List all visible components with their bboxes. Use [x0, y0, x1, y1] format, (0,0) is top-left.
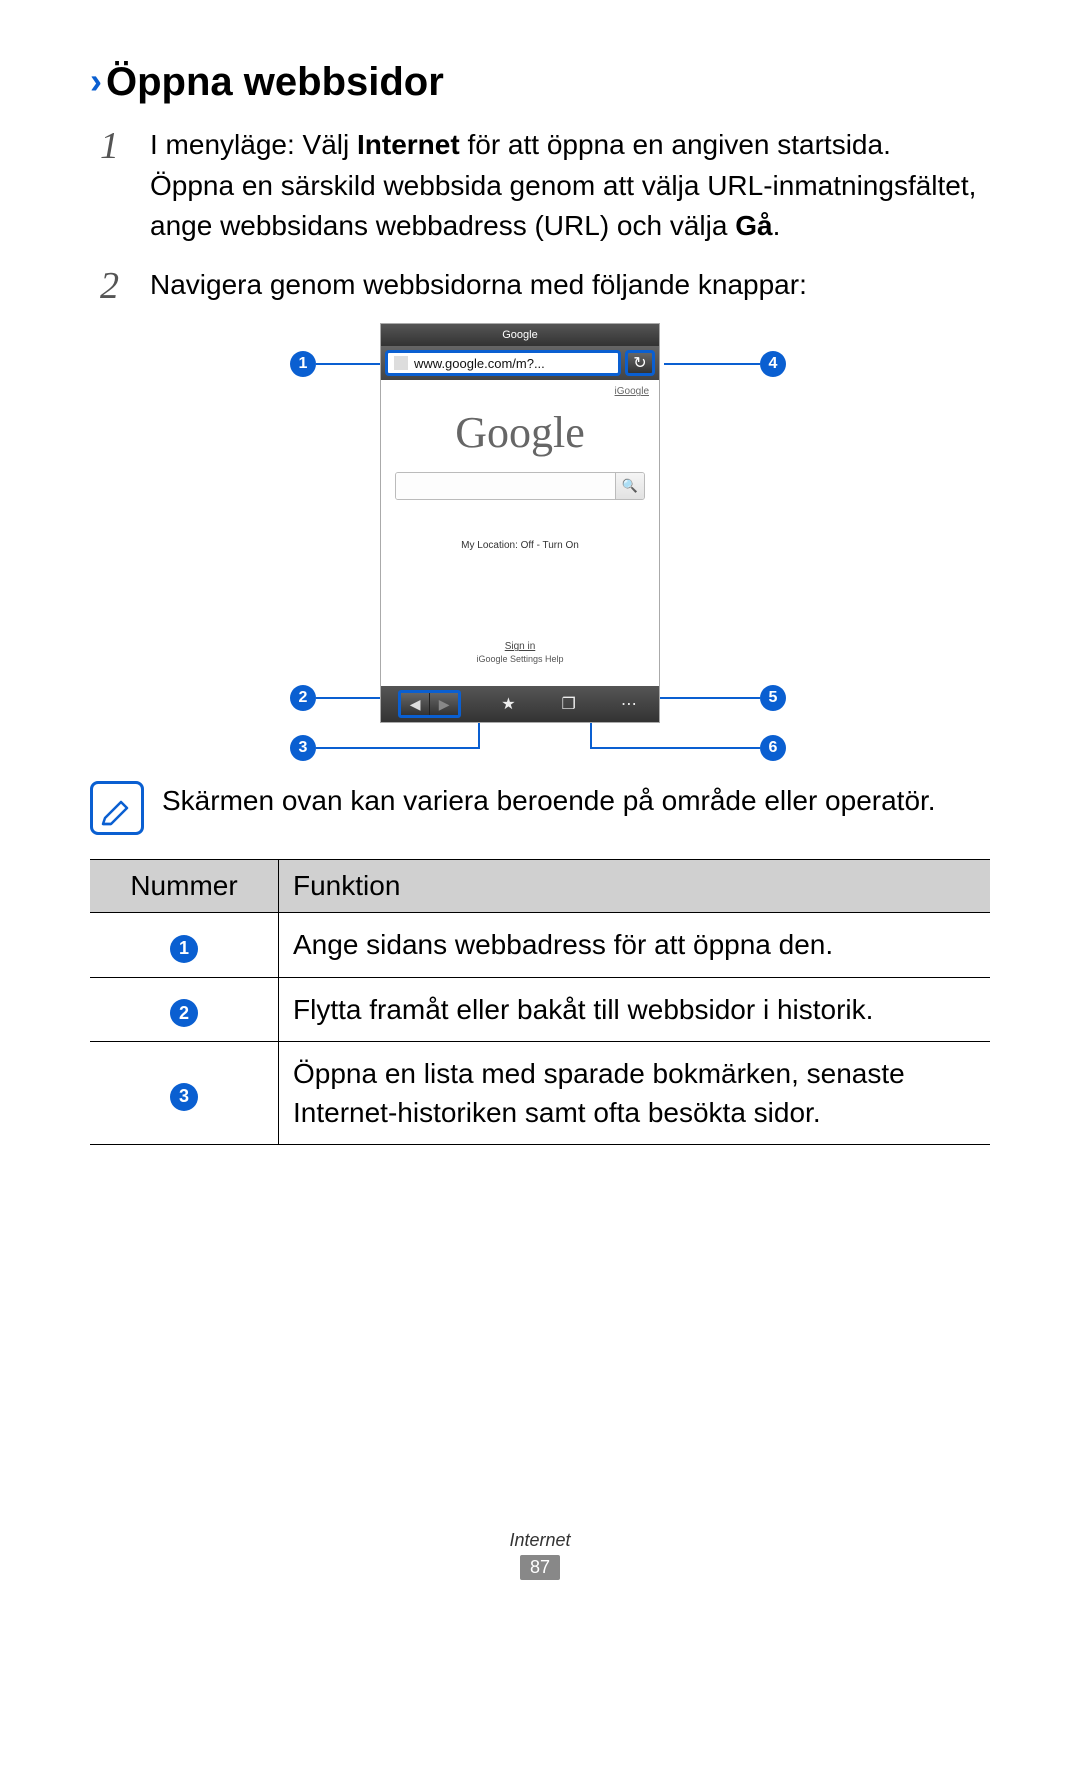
more-button[interactable]: ⋯ [616, 691, 642, 717]
callout-badge-2: 2 [290, 685, 316, 711]
note-block: Skärmen ovan kan variera beroende på omr… [90, 781, 990, 835]
windows-button[interactable]: ❐ [556, 691, 582, 717]
location-text[interactable]: My Location: Off - Turn On [381, 540, 659, 551]
row-text: Ange sidans webbadress för att öppna den… [279, 913, 991, 977]
table-header-function: Funktion [279, 860, 991, 913]
step-2: 2 Navigera genom webbsidorna med följand… [100, 265, 990, 306]
table-row: 2 Flytta framåt eller bakåt till webbsid… [90, 977, 990, 1041]
step-number: 1 [100, 127, 150, 165]
section-heading: ›Öppna webbsidor [90, 60, 990, 105]
refresh-button[interactable]: ↻ [625, 350, 655, 376]
step-1: 1 I menyläge: Välj Internet för att öppn… [100, 125, 990, 247]
more-icon: ⋯ [621, 694, 637, 714]
heading-text: Öppna webbsidor [106, 60, 444, 104]
url-input[interactable]: www.google.com/m?... [385, 350, 621, 376]
figure: 1 2 3 4 5 6 Google www.google.com/m?... … [240, 323, 840, 753]
table-header-number: Nummer [90, 860, 279, 913]
table-row: 1 Ange sidans webbadress för att öppna d… [90, 913, 990, 977]
google-logo: Google [381, 407, 659, 458]
callout-badge-5: 5 [760, 685, 786, 711]
bookmarks-button[interactable]: ★ [495, 691, 521, 717]
row-badge: 3 [170, 1083, 198, 1111]
callout-line [664, 363, 760, 365]
back-button[interactable]: ◀ [401, 693, 429, 715]
callout-line [590, 747, 760, 749]
sign-in-link[interactable]: Sign in [381, 641, 659, 652]
step-body: I menyläge: Välj Internet för att öppna … [150, 125, 990, 247]
search-row: 🔍 [395, 472, 645, 500]
page-number: 87 [520, 1555, 560, 1580]
igoogle-link[interactable]: iGoogle [381, 380, 659, 397]
callout-line [316, 363, 380, 365]
chevron-right-icon: › [90, 60, 102, 101]
footer-section-label: Internet [0, 1530, 1080, 1551]
callout-line [590, 721, 592, 749]
phone-page-content: iGoogle Google 🔍 My Location: Off - Turn… [381, 380, 659, 664]
search-icon: 🔍 [622, 478, 638, 494]
step-body: Navigera genom webbsidorna med följande … [150, 265, 990, 306]
step-number: 2 [100, 267, 150, 305]
star-icon: ★ [501, 694, 515, 714]
row-badge: 2 [170, 999, 198, 1027]
url-text: www.google.com/m?... [414, 356, 545, 371]
row-text: Flytta framåt eller bakåt till webbsidor… [279, 977, 991, 1041]
callout-badge-1: 1 [290, 351, 316, 377]
row-text: Öppna en lista med sparade bokmärken, se… [279, 1041, 991, 1144]
phone-window-title: Google [381, 324, 659, 346]
phone-url-row: www.google.com/m?... ↻ [381, 346, 659, 380]
callout-line [316, 747, 480, 749]
callout-badge-4: 4 [760, 351, 786, 377]
page-footer: Internet 87 [0, 1530, 1080, 1580]
search-button[interactable]: 🔍 [615, 473, 644, 499]
callout-badge-6: 6 [760, 735, 786, 761]
row-badge: 1 [170, 935, 198, 963]
nav-history-group: ◀ ▶ [398, 690, 461, 718]
table-row: 3 Öppna en lista med sparade bokmärken, … [90, 1041, 990, 1144]
refresh-icon: ↻ [633, 353, 646, 373]
phone-bottom-toolbar: ◀ ▶ ★ ❐ ⋯ [381, 686, 659, 722]
note-text: Skärmen ovan kan variera beroende på omr… [162, 781, 936, 820]
triangle-left-icon: ◀ [410, 696, 421, 713]
forward-button[interactable]: ▶ [429, 693, 458, 715]
step-list: 1 I menyläge: Välj Internet för att öppn… [100, 125, 990, 305]
callout-line [478, 721, 480, 749]
function-table: Nummer Funktion 1 Ange sidans webbadress… [90, 859, 990, 1145]
callout-badge-3: 3 [290, 735, 316, 761]
triangle-right-icon: ▶ [439, 696, 450, 713]
phone-footer-links: iGoogle Settings Help [381, 654, 659, 664]
site-favicon-icon [394, 356, 408, 370]
windows-icon: ❐ [561, 694, 575, 714]
search-input[interactable] [396, 473, 615, 499]
note-icon [90, 781, 144, 835]
phone-screenshot: Google www.google.com/m?... ↻ iGoogle Go… [380, 323, 660, 723]
